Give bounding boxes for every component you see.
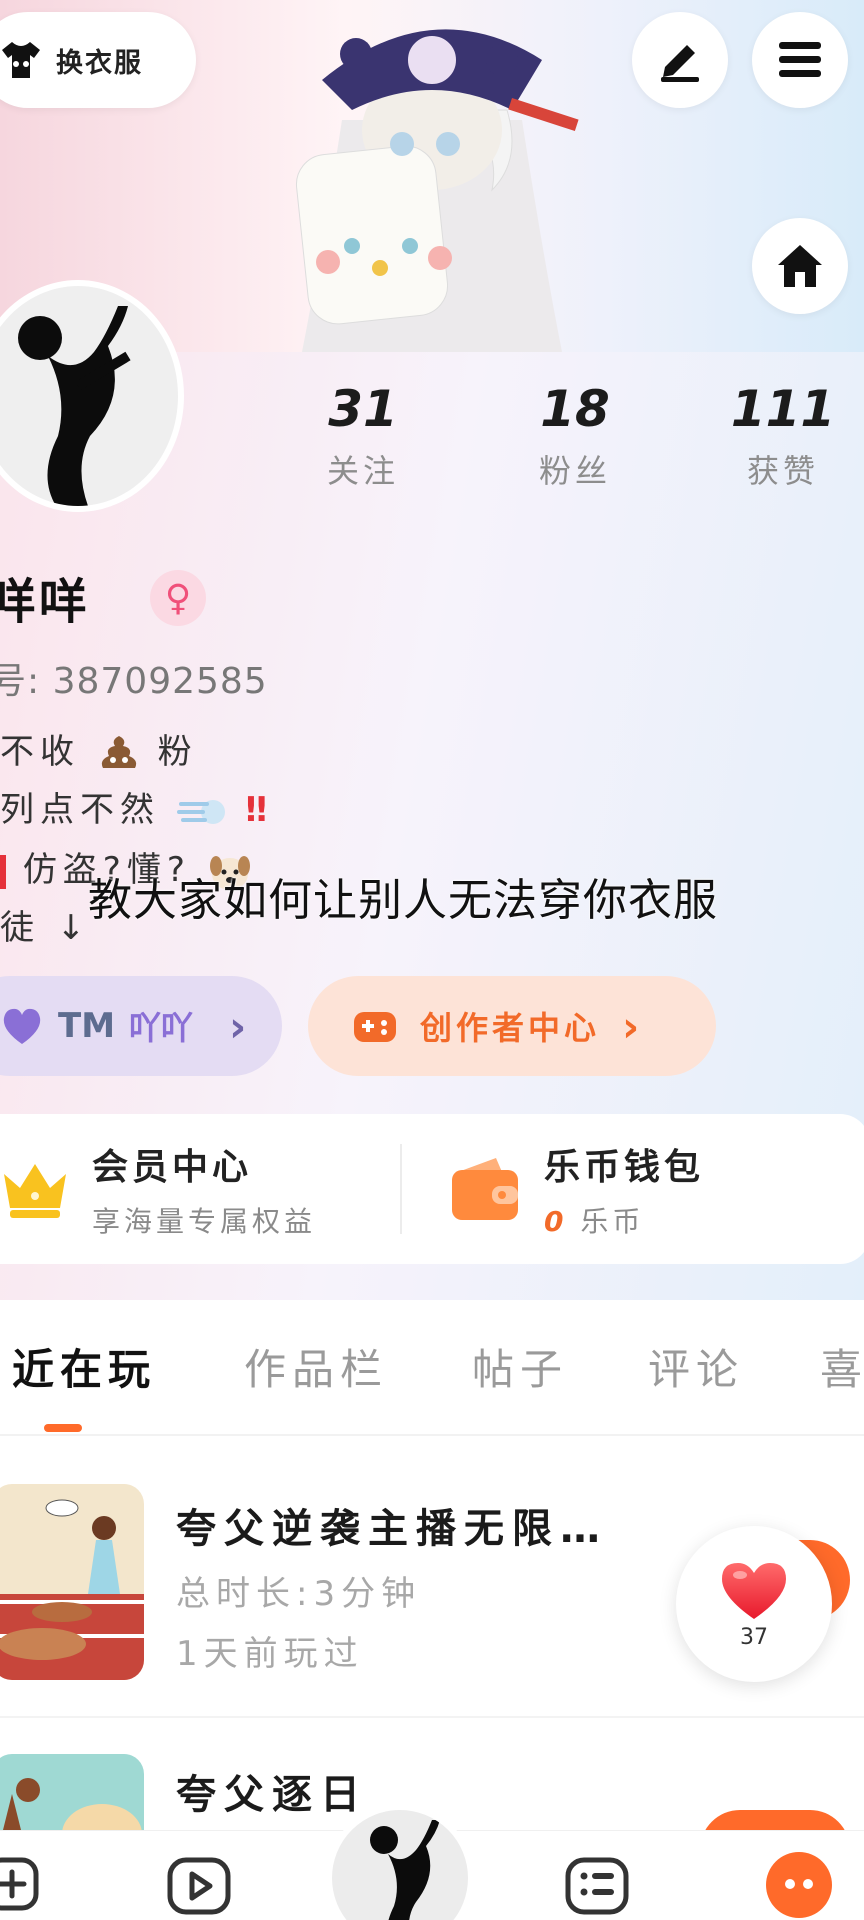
- hamburger-menu-icon: [779, 42, 821, 77]
- gamepad-icon: [354, 1012, 396, 1042]
- bio-line-4: 徒 ↓: [0, 908, 92, 948]
- home-icon: [778, 245, 822, 287]
- wallet-icon: [452, 1158, 518, 1220]
- tm-yaya-button[interactable]: TM 吖吖 ›: [0, 976, 282, 1076]
- wallet-amount: 0: [544, 1205, 568, 1238]
- pencil-icon: [661, 45, 699, 82]
- add-game-nav-icon[interactable]: [0, 1856, 40, 1912]
- game-title[interactable]: 夸父逆袭主播无限…: [176, 1496, 608, 1554]
- following-count: 31: [328, 380, 398, 438]
- tab-recently-played[interactable]: 近在玩: [12, 1336, 156, 1397]
- game-duration: 总时长:3分钟: [176, 1574, 422, 1614]
- following-label: 关注: [326, 452, 399, 490]
- tab-posts[interactable]: 帖子: [472, 1336, 568, 1397]
- member-wallet-card: 会员中心 享海量专属权益 乐币钱包 0 乐币: [0, 1114, 864, 1264]
- like-count: 37: [740, 1624, 768, 1650]
- like-bubble-button[interactable]: 37: [676, 1526, 832, 1682]
- avatar-silhouette: [370, 1820, 440, 1920]
- character-avatar-figure[interactable]: [262, 0, 602, 352]
- heart-icon: [722, 1562, 786, 1619]
- change-outfit-label: 换衣服: [56, 47, 143, 79]
- tab-comments[interactable]: 评论: [648, 1336, 744, 1397]
- game-title[interactable]: 夸父逐日: [176, 1762, 368, 1820]
- female-gender-icon: ♀: [150, 570, 206, 626]
- card-divider: [400, 1144, 402, 1234]
- vip-center-title: 会员中心: [92, 1147, 253, 1188]
- double-exclamation-mark: ‼: [245, 790, 273, 830]
- wallet-unit: 乐币: [580, 1205, 645, 1238]
- video-play-nav-icon[interactable]: [166, 1856, 232, 1916]
- profile-nav-icon[interactable]: [764, 1850, 834, 1920]
- vip-center-entry[interactable]: 会员中心 享海量专属权益: [0, 1114, 316, 1264]
- profile-page: 换衣服 31 关注 18 粉丝 111 获赞 咩咩 ♀ 号: 387092585…: [0, 0, 864, 1920]
- user-name: 咩咩: [0, 574, 91, 630]
- edit-button[interactable]: [632, 12, 728, 108]
- video-caption: 教大家如何让别人无法穿你衣服: [88, 875, 718, 926]
- creator-center-label: 创作者中心: [420, 1009, 601, 1047]
- change-outfit-button[interactable]: 换衣服: [0, 12, 196, 108]
- home-button[interactable]: [752, 218, 848, 314]
- wallet-balance: 0 乐币: [544, 1200, 704, 1240]
- user-id[interactable]: 号: 387092585: [0, 652, 268, 704]
- wallet-entry[interactable]: 乐币钱包 0 乐币: [448, 1114, 704, 1264]
- list-divider: [0, 1716, 864, 1718]
- chevron-right-icon: ›: [229, 1001, 247, 1051]
- followers-stat[interactable]: 18 粉丝: [510, 380, 640, 492]
- crown-icon: [4, 1164, 66, 1218]
- avatar-silhouette: [18, 306, 131, 506]
- vip-center-subtitle: 享海量专属权益: [92, 1205, 317, 1238]
- shirt-icon: [2, 42, 40, 78]
- bio-text: 粉: [157, 732, 198, 772]
- red-bar-mark: [0, 854, 6, 889]
- bio-text: 不收: [0, 732, 80, 772]
- poop-emoji-icon: [101, 735, 136, 768]
- active-tab-indicator: [44, 1424, 82, 1432]
- tabs-divider: [0, 1434, 864, 1436]
- tm-suffix: 吖吖: [129, 1009, 194, 1047]
- bio-text: 列点不然: [0, 790, 160, 830]
- purple-heart-icon: [3, 1008, 41, 1044]
- following-stat[interactable]: 31 关注: [298, 380, 428, 492]
- followers-label: 粉丝: [538, 452, 611, 490]
- bio-line-1: 不收 粉: [0, 724, 198, 776]
- bio-line-2: 列点不然 ‼: [0, 782, 273, 834]
- likes-stat[interactable]: 111 获赞: [718, 380, 848, 492]
- creator-center-button[interactable]: 创作者中心 ›: [308, 976, 716, 1076]
- list-nav-icon[interactable]: [564, 1856, 630, 1916]
- likes-label: 获赞: [746, 452, 819, 490]
- followers-count: 18: [540, 380, 610, 438]
- game-thumbnail[interactable]: [0, 1484, 144, 1680]
- game-thumbnail-art: [0, 1484, 144, 1680]
- tm-prefix: TM: [58, 1006, 116, 1046]
- game-last-played: 1天前玩过: [176, 1634, 364, 1674]
- chevron-right-icon: ›: [622, 1001, 644, 1051]
- tab-likes[interactable]: 喜: [820, 1336, 864, 1397]
- likes-count: 111: [730, 380, 836, 438]
- wallet-title: 乐币钱包: [544, 1147, 705, 1188]
- wind-puff-emoji-icon: [176, 799, 225, 824]
- tab-works[interactable]: 作品栏: [244, 1336, 388, 1397]
- menu-button[interactable]: [752, 12, 848, 108]
